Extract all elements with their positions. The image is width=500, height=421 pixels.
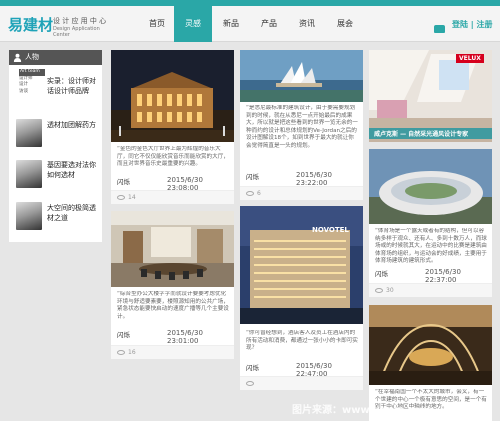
interior-atrium-image [369,305,492,385]
nav-inspiration[interactable]: 灵感 [174,6,212,42]
nav-home[interactable]: 首页 [138,6,176,42]
ad-caption-bar: 威卢克斯 — 自然采光通风设计专家 [369,128,492,139]
avatar[interactable] [16,202,42,230]
office-meeting-room-image [111,211,234,287]
watermark: 图片来源：www.jianlo.com [292,405,431,416]
view-count: 14 [128,194,136,201]
view-count: 6 [257,190,261,197]
eye-icon [117,350,125,355]
article-card[interactable]: NOVOTEL “你可曾经想到，酒店客人及员工在酒店内的所有活动和消费，都通过一… [240,206,363,390]
card-date: 2015/6/30 22:37:00 [425,268,461,284]
card-author[interactable]: 闪烁 [117,329,130,339]
nav-exhibitions[interactable]: 展会 [326,6,364,42]
nav-new-products[interactable]: 新品 [212,6,250,42]
people-sidebar: 人物 Art team 设计师 设计 访谈 实录：设计师对话设计师品牌 透材加团… [9,50,102,242]
card-author[interactable]: 闪烁 [246,171,259,181]
site-logo[interactable]: 易建材 设 计 应 用 中 心 Design Application Cente… [8,12,108,38]
article-card[interactable]: “是悉尼最标准的建筑设计，由于要需要规划到的时候，就在从悉尼一点开始最后的成果大… [240,50,363,200]
ad-caption: 威卢克斯 — 自然采光通风设计专家 [374,131,469,138]
card-footer [240,376,363,390]
view-count: 16 [128,349,136,356]
tag-interview[interactable]: 访谈 [19,89,45,96]
card-author[interactable]: 闪烁 [246,362,259,372]
login-link[interactable]: 登陆 [452,20,468,29]
card-footer: 6 [240,186,363,200]
logo-cn-text: 设 计 应 用 中 心 [53,17,107,25]
eye-icon [246,381,254,386]
sidebar-item-4[interactable]: 大空间的极简透材之道 [47,204,99,223]
card-excerpt: “综合型办公大楼字字而就设计要要考虑优化环境与舒适要素要，楼照源知用的公共广场，… [117,291,229,320]
concert-hall-image [111,50,234,142]
article-card[interactable]: “综合型办公大楼字字而就设计要要考虑优化环境与舒适要素要，楼照源知用的公共广场，… [111,211,234,359]
card-author[interactable]: 闪烁 [117,176,130,186]
sidebar-item-1[interactable]: 实录：设计师对话设计师品牌 [47,77,99,96]
auth-links: 登陆 | 注册 [452,19,493,30]
tag-art-team[interactable]: Art team [19,69,45,76]
logo-en-text: Design Application Center [53,26,100,38]
card-footer: 14 [111,190,234,204]
sidebar-header: 人物 [9,50,102,65]
nav-products[interactable]: 产品 [250,6,288,42]
sidebar-item-3[interactable]: 基因要选对法你如何选材 [47,161,99,180]
eye-icon [375,288,383,293]
novotel-hotel-image [240,206,363,324]
sidebar-tags: Art team 设计师 设计 访谈 [19,69,45,95]
eye-icon [246,191,254,196]
article-card[interactable]: “金色的金色大厅世界上最为辉煌的音乐大厅，同它不仅仅能欣赏音乐而能欣赏的大厅，而… [111,50,234,204]
card-footer: 16 [111,345,234,359]
card-excerpt: “体育场是一个露天或者有的结构，但可以容纳多样于观众、还有人、多到十数万人，而球… [375,228,487,265]
card-footer: 30 [369,283,492,297]
phone-icon[interactable] [434,25,445,33]
auth-separator: | [470,20,474,29]
hotel-sign: NOVOTEL [312,226,349,234]
card-excerpt: “是悉尼最标准的建筑设计，由于要需要规划到的时候，就在从悉尼一点开始最后的成果大… [246,105,358,149]
card-author[interactable]: 闪烁 [375,268,388,278]
article-card[interactable]: “体育场是一个露天或者有的结构，但可以容纳多样于观众、还有人、多到十数万人，而球… [369,149,492,297]
nav-news[interactable]: 资讯 [288,6,326,42]
register-link[interactable]: 注册 [477,20,493,29]
logo-mark: 易建材 [8,16,54,34]
avatar[interactable] [16,160,42,188]
sydney-opera-house-image [240,50,363,102]
eye-icon [117,195,125,200]
card-date: 2015/6/30 23:22:00 [296,171,332,187]
view-count: 30 [386,287,394,294]
card-excerpt: “金色的金色大厅世界上最为辉煌的音乐大厅，同它不仅仅能欣赏音乐而能欣赏的大厅，而… [117,146,229,168]
velux-ad-card[interactable]: VELUX 威卢克斯 — 自然采光通风设计专家 [369,50,492,142]
avatar[interactable] [16,119,42,147]
sidebar-item-2[interactable]: 透材加团解药方 [47,121,99,131]
people-icon [13,53,22,62]
tag-design[interactable]: 设计 [19,82,45,89]
card-date: 2015/6/30 23:01:00 [167,329,203,345]
site-header: 易建材 设 计 应 用 中 心 Design Application Cente… [0,6,500,42]
sidebar-title: 人物 [25,53,39,61]
velux-logo: VELUX [456,54,484,63]
stadium-image [369,149,492,224]
card-excerpt: “你可曾经想到，酒店客人及员工在酒店内的所有活动和消费，都通过一张小小的卡即可实… [246,330,358,352]
